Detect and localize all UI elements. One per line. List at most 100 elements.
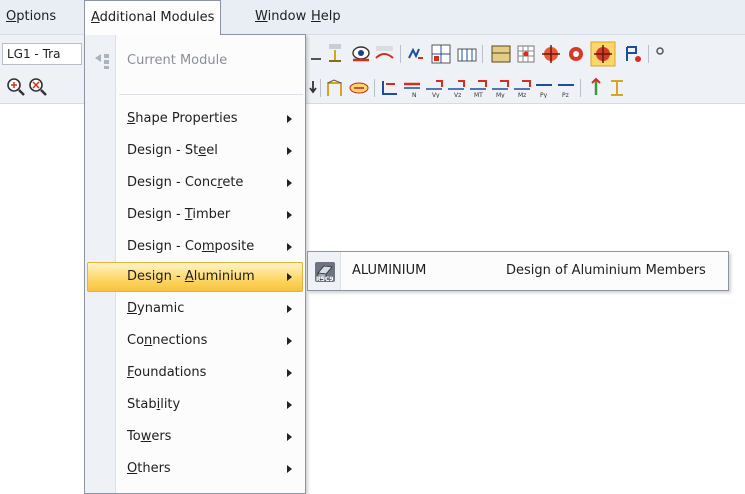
menu-item-design-composite[interactable]: Design - Composite bbox=[87, 232, 303, 262]
internal-force-vy-icon[interactable]: Vy bbox=[424, 78, 444, 98]
menu-item-label: Design - Concrete bbox=[127, 168, 243, 198]
submenu-arrow-icon bbox=[287, 273, 292, 281]
submenu-arrow-icon bbox=[287, 147, 292, 155]
label-part: ynamic bbox=[137, 301, 185, 316]
label-accel: D bbox=[127, 301, 138, 316]
frame-icon[interactable] bbox=[325, 78, 345, 98]
numbering-icon[interactable] bbox=[622, 43, 644, 65]
menu-item-towers[interactable]: Towers bbox=[87, 422, 303, 452]
submenu-arrow-icon bbox=[287, 179, 292, 187]
label-part: posite bbox=[214, 239, 255, 254]
internal-force-vz-icon[interactable]: Vz bbox=[446, 78, 466, 98]
label-accel: O bbox=[127, 461, 138, 476]
label-accel: A bbox=[184, 269, 194, 284]
menu-bar: Options Additional Modules Window Help bbox=[0, 0, 745, 35]
internal-force-mz-icon[interactable]: Mz bbox=[512, 78, 532, 98]
menu-item-design-steel[interactable]: Design - Steel bbox=[87, 136, 303, 166]
menu-item-label: Foundations bbox=[127, 358, 206, 388]
label-part: ers bbox=[151, 429, 172, 444]
active-display-icon[interactable] bbox=[590, 41, 616, 67]
submenu-item-aluminium[interactable]: RSC9 ALUMINIUM Design of Aluminium Membe… bbox=[310, 255, 726, 287]
hinge-display-icon[interactable] bbox=[565, 43, 587, 65]
menu-item-design-concrete[interactable]: Design - Concrete bbox=[87, 168, 303, 198]
arrow-down-icon[interactable] bbox=[308, 79, 318, 95]
menu-item-stability[interactable]: Stability bbox=[87, 390, 303, 420]
menu-item-label: Shape Properties bbox=[127, 104, 238, 134]
section-grid-icon[interactable] bbox=[430, 43, 452, 65]
submenu-arrow-icon bbox=[287, 433, 292, 441]
label-accel: m bbox=[201, 239, 215, 254]
svg-text:Mz: Mz bbox=[518, 92, 526, 98]
menu-item-connections[interactable]: Connections bbox=[87, 326, 303, 356]
menu-item-shape-properties[interactable]: Shape Properties bbox=[87, 104, 303, 134]
label-part: Design - St bbox=[127, 143, 199, 158]
submenu-arrow-icon bbox=[287, 401, 292, 409]
member-grid-icon[interactable] bbox=[456, 43, 478, 65]
internal-force-my-icon[interactable]: My bbox=[490, 78, 510, 98]
support-reaction-py-icon[interactable]: Py bbox=[534, 78, 554, 98]
render-solid-icon[interactable] bbox=[490, 43, 512, 65]
menu-item-label: Design - Aluminium bbox=[127, 263, 255, 291]
rsc9-module-icon: RSC9 bbox=[315, 262, 335, 283]
load-case-combo[interactable]: LG1 - Tra bbox=[2, 43, 82, 65]
menu-item-label: Stability bbox=[127, 390, 180, 420]
view-eye-icon[interactable] bbox=[350, 44, 372, 64]
menu-window-accel: W bbox=[255, 9, 268, 24]
additional-modules-dropdown: Current Module Shape Properties Design -… bbox=[84, 34, 306, 494]
support-reaction-pz-icon[interactable]: Pz bbox=[556, 78, 576, 98]
svg-text:Py: Py bbox=[540, 92, 548, 98]
menu-window[interactable]: Window bbox=[249, 0, 312, 34]
submenu-arrow-icon bbox=[287, 305, 292, 313]
label-part: Design - bbox=[127, 207, 185, 222]
label-part: lity bbox=[160, 397, 181, 412]
menu-item-design-timber[interactable]: Design - Timber bbox=[87, 200, 303, 230]
internal-force-n-axial-icon[interactable]: N bbox=[402, 78, 422, 98]
label-accel: e bbox=[198, 143, 207, 158]
nodal-load-icon[interactable] bbox=[348, 79, 370, 97]
menu-item-design-aluminium[interactable]: Design - Aluminium bbox=[87, 262, 303, 292]
menu-item-label: Dynamic bbox=[127, 294, 184, 324]
zoom-in-icon[interactable] bbox=[6, 77, 26, 97]
menu-item-others[interactable]: Others bbox=[87, 454, 303, 484]
menu-item-label: Towers bbox=[127, 422, 171, 452]
menu-options[interactable]: Options bbox=[0, 0, 62, 34]
label-part: luminium bbox=[193, 269, 255, 284]
support-display-icon[interactable] bbox=[540, 43, 562, 65]
label-part: Current Module bbox=[127, 53, 228, 68]
toolbar-separator bbox=[648, 45, 649, 63]
menu-item-foundations[interactable]: Foundations bbox=[87, 358, 303, 388]
smooth-ranges-icon[interactable] bbox=[406, 44, 426, 64]
internal-force-n-icon[interactable] bbox=[380, 78, 400, 98]
label-part: Design - bbox=[127, 269, 185, 284]
toolbar-separator bbox=[400, 45, 401, 63]
submenu-arrow-icon bbox=[287, 243, 292, 251]
menu-help[interactable]: Help bbox=[305, 0, 347, 34]
extra-result-icon[interactable] bbox=[608, 77, 626, 99]
submenu-arrow-icon bbox=[287, 465, 292, 473]
menu-additional-modules[interactable]: Additional Modules bbox=[84, 0, 222, 35]
menu-item-label: Design - Timber bbox=[127, 200, 230, 230]
result-values-icon[interactable] bbox=[326, 43, 346, 65]
menu-item-dynamic[interactable]: Dynamic bbox=[87, 294, 303, 324]
menu-item-label: Connections bbox=[127, 326, 207, 356]
rsc9-icon-label: RSC9 bbox=[316, 276, 334, 283]
label-part: Co bbox=[127, 333, 145, 348]
toolbar-separator bbox=[320, 79, 321, 97]
svg-text:Pz: Pz bbox=[562, 92, 569, 98]
svg-text:MT: MT bbox=[474, 92, 483, 98]
label-part: Stab bbox=[127, 397, 157, 412]
internal-force-mt-icon[interactable]: MT bbox=[468, 78, 488, 98]
line-tool-icon[interactable] bbox=[310, 49, 322, 61]
toolbar-separator bbox=[374, 79, 375, 97]
toolbar-separator bbox=[580, 79, 581, 97]
menu-additional-modules-label-b: dditional Modules bbox=[99, 10, 215, 25]
zoom-reset-icon[interactable] bbox=[28, 77, 48, 97]
mesh-display-icon[interactable] bbox=[515, 43, 537, 65]
submenu-arrow-icon bbox=[287, 369, 292, 377]
label-part: oundations bbox=[134, 365, 207, 380]
result-filter-icon[interactable] bbox=[374, 44, 396, 64]
more-tools-icon[interactable] bbox=[654, 45, 668, 63]
deformation-icon[interactable] bbox=[586, 77, 606, 99]
label-accel: F bbox=[127, 365, 135, 380]
design-aluminium-submenu: RSC9 ALUMINIUM Design of Aluminium Membe… bbox=[307, 251, 729, 291]
